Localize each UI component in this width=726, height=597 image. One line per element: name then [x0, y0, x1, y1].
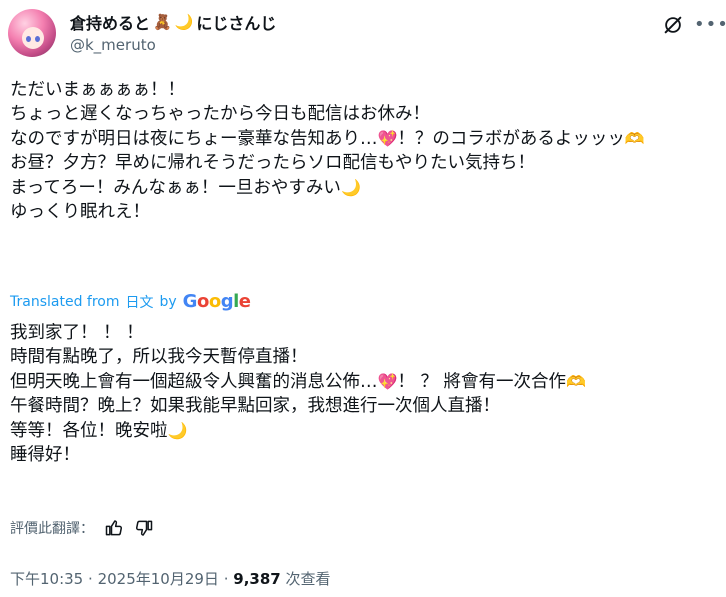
display-name[interactable]: 倉持めると	[70, 10, 150, 34]
original-line: まってろー！みんなぁぁ！一旦おやすみい🌙	[10, 176, 645, 200]
original-line: ただいまぁぁぁぁ！！	[10, 80, 185, 100]
crescent-moon-icon: 🌙	[340, 177, 361, 197]
translation-line: 時間有點晚了，所以我今天暫停直播！	[10, 347, 308, 368]
author-name-row[interactable]: 倉持めると 🧸 🌙 にじさんじ	[70, 10, 276, 34]
crescent-moon-icon: 🌙	[167, 420, 188, 440]
teddy-bear-icon: 🧸	[153, 13, 172, 31]
more-options-icon[interactable]: •••	[694, 16, 726, 34]
crescent-moon-icon: 🌙	[174, 13, 194, 31]
view-count: 9,387	[233, 570, 281, 588]
post-metadata: 下午10:35 · 2025年10月29日 · 9,387 次查看	[10, 568, 331, 589]
avatar-eye-right	[35, 36, 40, 42]
original-line: なのですが明日は夜にちょー豪華な告知あり…💖！？のコラボがあるよッッッ🫶	[10, 127, 645, 151]
original-line-text: まってろー！みんなぁぁ！一旦おやすみい	[10, 177, 341, 198]
view-count-label: 次查看	[285, 570, 331, 588]
post-time[interactable]: 下午10:35	[10, 570, 83, 588]
tweet-text-original: ただいまぁぁぁぁ！！ ちょっと遅くなっちゃったから今日も配信はお休み！ なのです…	[10, 78, 645, 224]
original-line-text: なのですが明日は夜にちょー豪華な告知あり…	[10, 128, 378, 149]
translation-line: 我到家了！ ！ ！	[10, 323, 144, 343]
translated-by: by	[159, 293, 177, 310]
translation-line-text: 但明天晚上會有一個超級令人興奮的消息公佈…	[10, 371, 378, 392]
rate-translation-row: 評價此翻譯：	[10, 518, 154, 538]
source-language: 日文	[125, 294, 154, 311]
translation-line-text: 等等！各位！晚安啦	[10, 420, 168, 441]
original-line: ゆっくり眠れえ！	[10, 202, 150, 223]
meta-separator: ·	[223, 570, 229, 588]
translation-line-text: ！ ？ 將會有一次合作	[397, 371, 567, 392]
original-line-text: ！？のコラボがあるよッッッ	[397, 128, 625, 149]
original-line: お昼？夕方？早めに帰れそうだったらソロ配信もやりたい気持ち！	[10, 153, 535, 174]
sparkling-heart-icon: 💖	[377, 128, 398, 148]
avatar[interactable]	[8, 9, 56, 57]
google-logo: Google	[182, 291, 251, 312]
heart-hands-icon: 🫶	[566, 371, 586, 391]
translation-line: 等等！各位！晚安啦🌙	[10, 419, 586, 443]
original-line: ちょっと遅くなっちゃったから今日も配信はお休み！	[10, 104, 430, 125]
translated-prefix: Translated from	[10, 293, 120, 310]
user-handle[interactable]: @k_meruto	[70, 36, 156, 54]
sparkling-heart-icon: 💖	[377, 371, 398, 391]
translation-line: 午餐時間？晚上？如果我能早點回家，我想進行一次個人直播！	[10, 396, 500, 417]
meta-separator: ·	[88, 570, 93, 588]
translation-line: 但明天晚上會有一個超級令人興奮的消息公佈…💖！ ？ 將會有一次合作🫶	[10, 370, 586, 394]
rate-translation-label: 評價此翻譯：	[10, 521, 94, 537]
display-name-suffix[interactable]: にじさんじ	[196, 10, 276, 34]
avatar-eye-left	[26, 36, 31, 42]
translated-from-label[interactable]: Translated from 日文 by Google	[10, 291, 251, 312]
thumbs-up-icon[interactable]	[104, 518, 124, 538]
thumbs-down-icon[interactable]	[134, 518, 154, 538]
post-date[interactable]: 2025年10月29日	[98, 570, 219, 588]
heart-hands-icon: 🫶	[624, 128, 645, 148]
translation-line: 睡得好！	[10, 445, 80, 466]
tweet-text-translation: 我到家了！ ！ ！ 時間有點晚了，所以我今天暫停直播！ 但明天晚上會有一個超級令…	[10, 321, 586, 467]
tweet-post: 倉持めると 🧸 🌙 にじさんじ @k_meruto ••• ただいまぁぁぁぁ！！…	[0, 0, 726, 597]
grok-icon[interactable]	[662, 14, 684, 36]
